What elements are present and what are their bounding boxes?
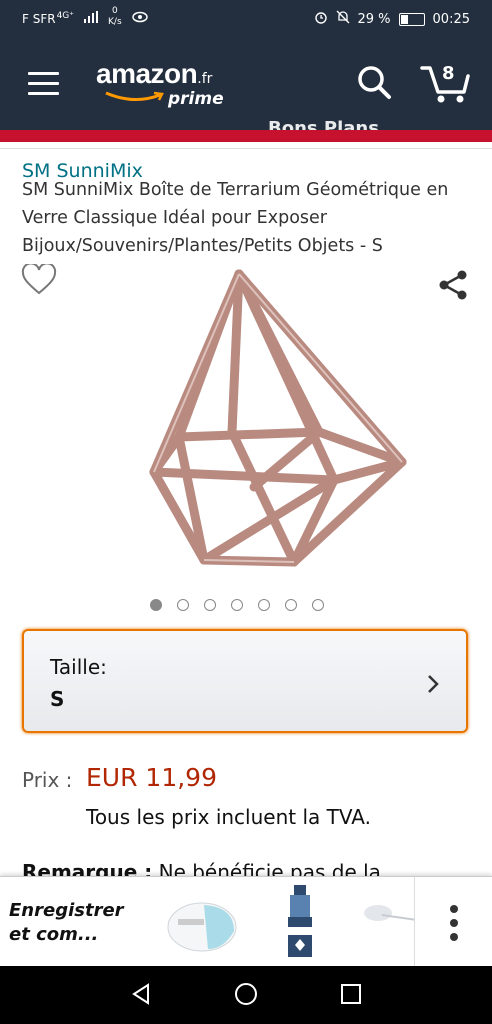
logo-text: amazon [96, 58, 198, 89]
size-selector[interactable]: Taille: S [22, 629, 468, 733]
menu-icon[interactable] [28, 72, 59, 95]
image-pager [150, 599, 324, 611]
pager-dot[interactable] [231, 599, 243, 611]
cart-icon[interactable]: 8 [420, 62, 472, 108]
status-bar: F SFR 4G⁺ 0 K/s 29 % 00:25 [0, 0, 492, 38]
network-type: 4G⁺ [56, 11, 75, 21]
amazon-prime-logo[interactable]: amazon.fr prime [96, 58, 224, 109]
more-options-icon[interactable] [414, 877, 492, 967]
logo-prime: prime [168, 89, 224, 109]
alarm-icon [314, 10, 328, 28]
tax-note: Tous les prix incluent la TVA. [86, 805, 371, 829]
product-image[interactable] [84, 262, 414, 586]
clock: 00:25 [432, 11, 470, 27]
recents-icon[interactable] [340, 982, 362, 1010]
saved-item-thumbnail[interactable] [280, 883, 320, 967]
smile-arrow-icon [105, 91, 164, 101]
product-title: SM SunniMix Boîte de Terrarium Géométriq… [22, 180, 449, 256]
price-value: EUR 11,99 [86, 763, 217, 792]
saved-items-label[interactable]: Enregistrer et com... [9, 899, 149, 947]
pager-dot[interactable] [258, 599, 270, 611]
net-speed-unit: K/s [108, 17, 122, 27]
saved-items-bar: Enregistrer et com... [0, 876, 492, 967]
pager-dot[interactable] [150, 599, 162, 611]
wishlist-heart-icon[interactable] [21, 262, 57, 300]
size-label: Taille: [50, 655, 107, 679]
carrier-label: F SFR [22, 12, 56, 26]
battery-icon [398, 12, 425, 26]
size-value: S [50, 687, 65, 711]
signal-icon [84, 11, 99, 27]
app-header: amazon.fr prime 8 [0, 38, 492, 130]
pager-dot[interactable] [177, 599, 189, 611]
eye-icon [131, 11, 148, 27]
pager-dot[interactable] [312, 599, 324, 611]
cart-count: 8 [442, 63, 455, 84]
deal-banner-strip [0, 130, 492, 142]
price-label: Prix : [22, 768, 73, 792]
mute-icon [336, 10, 350, 28]
share-icon[interactable] [436, 268, 470, 306]
pager-dot[interactable] [285, 599, 297, 611]
system-nav-bar [0, 966, 492, 1024]
back-icon[interactable] [130, 982, 152, 1010]
battery-percent: 29 % [357, 11, 391, 27]
logo-suffix: .fr [197, 71, 213, 87]
home-icon[interactable] [234, 982, 258, 1010]
search-icon[interactable] [356, 64, 392, 104]
net-speed-value: 0 [111, 6, 118, 16]
net-speed: 0 K/s [108, 6, 122, 28]
pager-dot[interactable] [204, 599, 216, 611]
chevron-right-icon [426, 673, 440, 699]
saved-item-thumbnail[interactable] [164, 891, 240, 959]
divider [0, 148, 492, 149]
